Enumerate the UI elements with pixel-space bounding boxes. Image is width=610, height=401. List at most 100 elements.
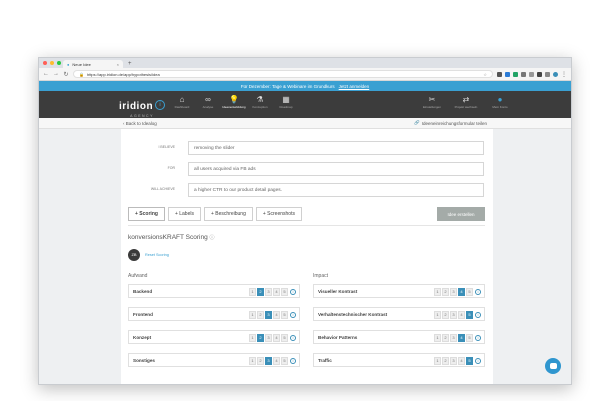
info-icon[interactable]: i [290, 311, 296, 318]
score-option[interactable]: 3 [265, 310, 272, 319]
extension-icon[interactable] [513, 71, 518, 77]
score-option[interactable]: 2 [442, 287, 449, 296]
extension-icon[interactable] [521, 71, 526, 77]
score-scale: 12345i [434, 287, 481, 296]
score-option[interactable]: 2 [442, 310, 449, 319]
score-option[interactable]: 4 [273, 356, 280, 365]
window-controls [43, 61, 61, 65]
score-option[interactable]: 5 [466, 356, 473, 365]
extension-icon[interactable] [505, 71, 510, 77]
menu-kebab-icon[interactable]: ⋮ [561, 71, 567, 78]
close-window-button[interactable] [43, 61, 47, 65]
nav-item-roadmap[interactable]: ▦ Roadmap [275, 95, 297, 109]
score-option[interactable]: 4 [273, 333, 280, 342]
info-icon[interactable]: i [475, 357, 481, 364]
score-option[interactable]: 1 [434, 310, 441, 319]
score-option[interactable]: 3 [265, 333, 272, 342]
reset-scoring-link[interactable]: Reset Scoring [145, 253, 169, 257]
nav-item-mein-konto[interactable]: ● Mein Konto [489, 95, 511, 109]
score-option[interactable]: 4 [458, 333, 465, 342]
extension-icon[interactable] [497, 71, 502, 77]
score-option[interactable]: 5 [281, 356, 288, 365]
score-option[interactable]: 2 [257, 310, 264, 319]
banner-link[interactable]: Jetzt anmelden [339, 84, 370, 89]
score-option[interactable]: 5 [281, 333, 288, 342]
nav-item-einstellungen[interactable]: ✂ Einstellungen [421, 95, 443, 109]
logo[interactable]: iridion i AGENCY [119, 96, 166, 118]
score-label: Traffic [318, 358, 332, 363]
score-option[interactable]: 3 [450, 333, 457, 342]
info-icon[interactable]: i [475, 288, 481, 295]
score-option[interactable]: 2 [442, 356, 449, 365]
score-option[interactable]: 1 [249, 356, 256, 365]
score-option[interactable]: 1 [249, 310, 256, 319]
tab-scoring[interactable]: + Scoring [128, 207, 165, 221]
back-arrow-icon[interactable]: ← [43, 71, 49, 77]
info-icon[interactable]: i [290, 288, 296, 295]
nav-item-projekt-wechseln[interactable]: ⇄ Projekt wechseln [455, 95, 478, 109]
score-option[interactable]: 1 [434, 287, 441, 296]
score-option[interactable]: 5 [466, 310, 473, 319]
nav-item-ideenentwicklung[interactable]: 💡 Ideenentwicklung [222, 95, 245, 109]
score-option[interactable]: 1 [249, 333, 256, 342]
score-option[interactable]: 5 [281, 310, 288, 319]
info-icon[interactable]: i [290, 357, 296, 364]
minimize-window-button[interactable] [50, 61, 54, 65]
score-option[interactable]: 4 [458, 310, 465, 319]
create-idea-button[interactable]: Idee erstellen [437, 207, 485, 221]
close-tab-icon[interactable]: × [117, 62, 119, 67]
score-option[interactable]: 5 [466, 287, 473, 296]
score-option[interactable]: 1 [434, 333, 441, 342]
score-option[interactable]: 5 [281, 287, 288, 296]
browser-tab[interactable]: ● Neue Idee × [63, 60, 123, 68]
info-icon[interactable]: i [475, 311, 481, 318]
maximize-window-button[interactable] [57, 61, 61, 65]
believe-input[interactable]: removing the slider [188, 141, 484, 155]
nav-item-analyse[interactable]: ∞ Analyse [197, 95, 219, 109]
score-option[interactable]: 2 [257, 287, 264, 296]
nav-item-dashboard[interactable]: ⌂ Dashboard [171, 95, 193, 109]
score-option[interactable]: 4 [458, 287, 465, 296]
score-option[interactable]: 1 [434, 356, 441, 365]
score-option[interactable]: 3 [450, 356, 457, 365]
score-option[interactable]: 2 [257, 356, 264, 365]
main-nav: ⌂ Dashboard ∞ Analyse 💡 Ideenentwicklung ⚗ K… [171, 95, 297, 109]
extension-icon[interactable] [545, 71, 550, 77]
new-tab-button[interactable]: + [128, 60, 132, 68]
tab-beschreibung[interactable]: + Beschreibung [203, 207, 253, 221]
aufwand-heading: Aufwand [128, 273, 148, 279]
back-to-idealog-link[interactable]: ‹ Back to Idealog [123, 121, 157, 126]
info-icon[interactable]: i [290, 334, 296, 341]
score-option[interactable]: 4 [458, 356, 465, 365]
tab-labels[interactable]: + Labels [167, 207, 201, 221]
bookmark-star-icon[interactable]: ☆ [483, 72, 487, 77]
reload-icon[interactable]: ↻ [63, 71, 69, 78]
extension-icon[interactable] [537, 71, 542, 77]
score-label: Visueller Kontrast [318, 289, 358, 294]
score-option[interactable]: 3 [450, 310, 457, 319]
score-option[interactable]: 4 [273, 310, 280, 319]
score-option[interactable]: 4 [273, 287, 280, 296]
score-option[interactable]: 3 [450, 287, 457, 296]
score-option[interactable]: 1 [249, 287, 256, 296]
extension-icon[interactable] [529, 71, 534, 77]
divider [128, 225, 485, 226]
score-option[interactable]: 2 [442, 333, 449, 342]
score-option[interactable]: 3 [265, 287, 272, 296]
score-option[interactable]: 2 [257, 333, 264, 342]
achieve-input[interactable]: a higher CTR to our product detail pages… [188, 183, 484, 197]
nav-item-konzeption[interactable]: ⚗ Konzeption [249, 95, 271, 109]
score-option[interactable]: 3 [265, 356, 272, 365]
url-input[interactable]: 🔒 https://app.iridion.de/app/hypothesis/… [73, 70, 493, 78]
profile-avatar-icon[interactable] [553, 71, 558, 77]
chat-button[interactable] [545, 358, 561, 374]
score-option[interactable]: 5 [466, 333, 473, 342]
forward-arrow-icon[interactable]: → [53, 71, 59, 77]
tab-screenshots[interactable]: + Screenshots [255, 207, 302, 221]
for-input[interactable]: all users acquired via FB ads [188, 162, 484, 176]
brand-name: iridion [119, 101, 154, 112]
info-icon[interactable]: ⓘ [210, 235, 215, 241]
share-form-link[interactable]: 🔗 Ideeneinreichungsformular teilen [414, 120, 487, 126]
score-label: Backend [133, 289, 153, 294]
info-icon[interactable]: i [475, 334, 481, 341]
